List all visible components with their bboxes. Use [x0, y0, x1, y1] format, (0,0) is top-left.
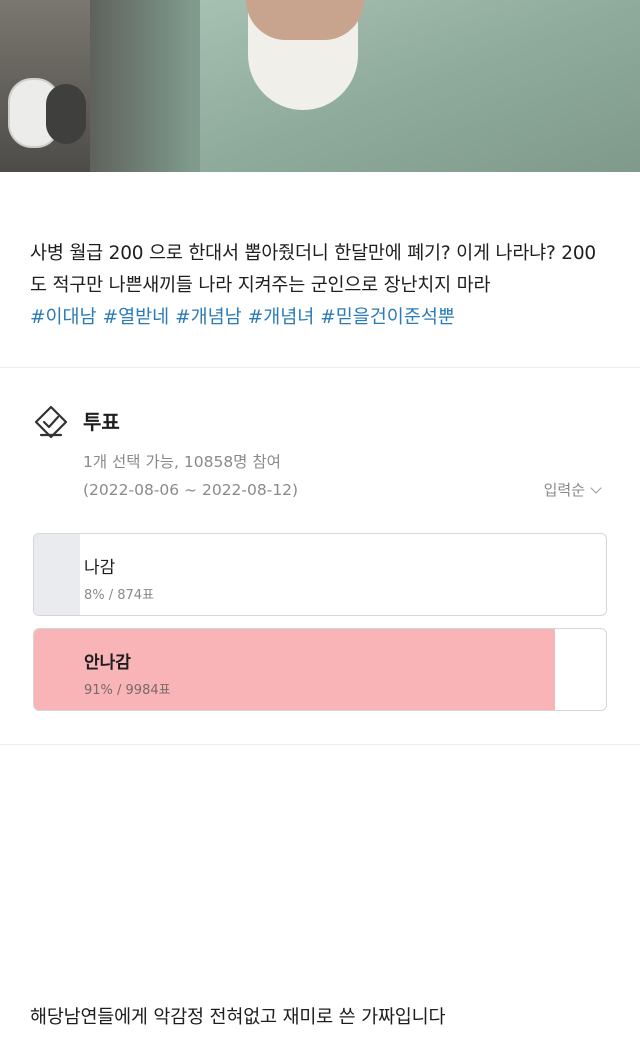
vote-option-stat: 8% / 874표	[84, 588, 155, 603]
section-divider	[0, 367, 640, 368]
post-photo	[0, 0, 640, 172]
vote-title: 투표	[83, 410, 120, 434]
sort-label: 입력순	[543, 481, 585, 499]
vote-option[interactable]: 나감 8% / 874표	[33, 533, 607, 616]
hashtag-link[interactable]: #믿을건이준석뿐	[320, 307, 455, 328]
footer-note: 해당남연들에게 악감정 전혀없고 재미로 쓴 가짜입니다	[30, 1007, 446, 1028]
vote-option-fill	[34, 534, 80, 615]
vote-option-label: 나감	[84, 558, 116, 578]
photo-slipper-dark	[46, 84, 86, 144]
vote-meta: 1개 선택 가능, 10858명 참여	[83, 453, 281, 471]
vote-option-label: 안나감	[84, 653, 131, 673]
hashtag-list: #이대남 #열받네 #개념남 #개념녀 #믿을건이준석뿐	[30, 302, 612, 334]
chevron-down-icon	[590, 481, 602, 494]
post-body: 사병 월급 200 으로 한대서 뽑아줬더니 한달만에 폐기? 이게 나라냐? …	[30, 243, 596, 296]
section-divider	[0, 744, 640, 745]
vote-option[interactable]: 안나감 91% / 9984표	[33, 628, 607, 711]
hashtag-link[interactable]: #개념녀	[248, 307, 315, 328]
hashtag-link[interactable]: #열받네	[103, 307, 170, 328]
vote-option-stat: 91% / 9984표	[84, 683, 171, 698]
vote-period: (2022-08-06 ~ 2022-08-12)	[83, 481, 299, 499]
hashtag-link[interactable]: #개념남	[175, 307, 242, 328]
vote-check-icon	[34, 405, 68, 439]
sort-dropdown[interactable]: 입력순	[543, 479, 602, 500]
hashtag-link[interactable]: #이대남	[30, 307, 97, 328]
